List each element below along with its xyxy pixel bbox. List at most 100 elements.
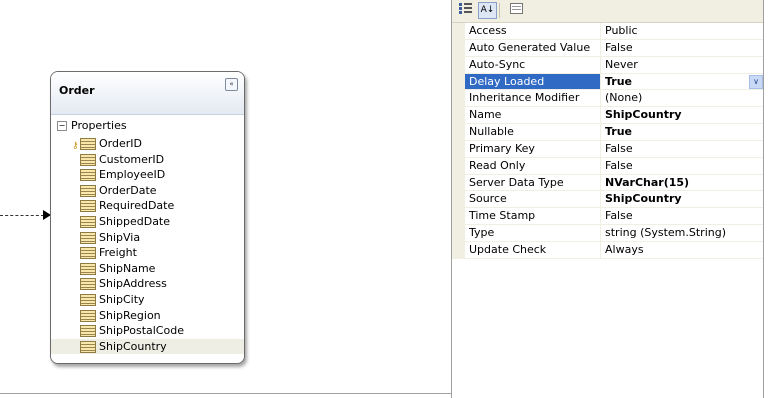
property-value[interactable]: string (System.String) bbox=[601, 225, 763, 242]
property-name[interactable]: Primary Key bbox=[465, 140, 601, 158]
properties-window: A↓ Access Public Auto Generated Value False… bbox=[451, 0, 764, 398]
entity-title: Order bbox=[59, 84, 95, 97]
property-value[interactable]: NVarChar(15) bbox=[601, 175, 763, 192]
entity-property-shipcity[interactable]: ShipCity bbox=[51, 292, 244, 308]
property-name[interactable]: Auto Generated Value bbox=[465, 39, 601, 57]
property-name[interactable]: Server Data Type bbox=[465, 174, 601, 192]
property-grid-row[interactable]: Delay Loaded True ∨ bbox=[452, 73, 763, 91]
entity-property-shipaddress[interactable]: ShipAddress bbox=[51, 276, 244, 292]
row-gutter bbox=[452, 174, 465, 192]
row-gutter bbox=[452, 140, 465, 158]
property-label: ShippedDate bbox=[99, 214, 171, 228]
property-label: CustomerID bbox=[99, 152, 165, 166]
property-icon bbox=[80, 247, 96, 260]
property-grid-row[interactable]: Primary Key False bbox=[452, 140, 763, 158]
property-value[interactable]: False bbox=[601, 158, 763, 175]
designer-bottom-border bbox=[0, 393, 451, 394]
property-label: ShipAddress bbox=[99, 277, 167, 291]
property-name[interactable]: Update Check bbox=[465, 241, 601, 259]
entity-property-freight[interactable]: Freight bbox=[51, 245, 244, 261]
property-icon bbox=[80, 231, 96, 244]
chevron-down-icon[interactable]: ∨ bbox=[749, 74, 763, 89]
property-name[interactable]: Access bbox=[465, 23, 601, 40]
property-grid-row[interactable]: Type string (System.String) bbox=[452, 225, 763, 242]
property-icon bbox=[80, 215, 96, 228]
property-grid-row[interactable]: Server Data Type NVarChar(15) bbox=[452, 174, 763, 192]
collapse-section-icon[interactable]: − bbox=[57, 121, 67, 131]
entity-property-shipname[interactable]: ShipName bbox=[51, 261, 244, 277]
property-label: OrderDate bbox=[99, 183, 157, 197]
property-icon bbox=[80, 340, 96, 353]
property-label: ShipCity bbox=[99, 292, 145, 306]
entity-property-orderdate[interactable]: OrderDate bbox=[51, 183, 244, 199]
property-grid-row[interactable]: Auto-Sync Never bbox=[452, 56, 763, 74]
row-gutter bbox=[452, 23, 465, 40]
property-name[interactable]: Inheritance Modifier bbox=[465, 90, 601, 108]
entity-property-shippostalcode[interactable]: ShipPostalCode bbox=[51, 323, 244, 339]
property-grid-row[interactable]: Update Check Always bbox=[452, 241, 763, 259]
entity-property-requireddate[interactable]: RequiredDate bbox=[51, 198, 244, 214]
property-icon bbox=[80, 184, 96, 197]
property-grid-row[interactable]: Auto Generated Value False bbox=[452, 39, 763, 57]
property-grid-row[interactable]: Source ShipCountry bbox=[452, 191, 763, 209]
property-label: RequiredDate bbox=[99, 199, 175, 213]
order-entity-shape[interactable]: Order « − Properties ⚷ OrderID CustomerID Em… bbox=[50, 71, 245, 364]
property-value[interactable]: ShipCountry bbox=[601, 191, 763, 209]
property-label: ShipVia bbox=[99, 230, 141, 244]
section-label: Properties bbox=[71, 119, 127, 132]
entity-property-shipcountry[interactable]: ShipCountry bbox=[51, 338, 244, 355]
entity-property-customerid[interactable]: CustomerID bbox=[51, 152, 244, 168]
categorized-view-icon[interactable] bbox=[456, 2, 475, 19]
property-value[interactable]: True bbox=[601, 74, 763, 91]
property-value[interactable]: True bbox=[601, 124, 763, 141]
property-name[interactable]: Name bbox=[465, 107, 601, 125]
property-value[interactable]: Public bbox=[601, 23, 763, 40]
property-value[interactable]: Always bbox=[601, 242, 763, 259]
property-grid-row[interactable]: Time Stamp False bbox=[452, 208, 763, 226]
entity-property-shipregion[interactable]: ShipRegion bbox=[51, 308, 244, 324]
property-icon bbox=[80, 169, 96, 182]
property-grid-row[interactable]: Name ShipCountry bbox=[452, 107, 763, 125]
property-name[interactable]: Nullable bbox=[465, 124, 601, 141]
collapse-icon[interactable]: « bbox=[225, 78, 238, 91]
property-name[interactable]: Read Only bbox=[465, 157, 601, 175]
property-value[interactable]: Never bbox=[601, 57, 763, 74]
property-name[interactable]: Delay Loaded bbox=[465, 73, 601, 91]
row-gutter bbox=[452, 73, 465, 91]
row-gutter bbox=[452, 208, 465, 226]
row-gutter bbox=[452, 56, 465, 74]
property-label: ShipPostalCode bbox=[99, 324, 184, 338]
property-name[interactable]: Type bbox=[465, 225, 601, 242]
property-value[interactable]: ShipCountry bbox=[601, 107, 763, 125]
property-pages-icon[interactable] bbox=[507, 2, 526, 19]
property-name[interactable]: Time Stamp bbox=[465, 208, 601, 226]
row-gutter bbox=[452, 107, 465, 125]
property-icon bbox=[80, 309, 96, 322]
property-icon bbox=[80, 200, 96, 213]
property-icon bbox=[80, 293, 96, 306]
row-gutter bbox=[452, 225, 465, 242]
property-label: EmployeeID bbox=[99, 168, 166, 182]
property-grid-row[interactable]: Access Public bbox=[452, 23, 763, 40]
toolbar-separator bbox=[499, 3, 500, 18]
property-value[interactable]: False bbox=[601, 40, 763, 57]
row-gutter bbox=[452, 124, 465, 141]
property-value[interactable]: (None) bbox=[601, 90, 763, 108]
entity-property-employeeid[interactable]: EmployeeID bbox=[51, 167, 244, 183]
property-value[interactable]: False bbox=[601, 208, 763, 226]
entity-property-shippeddate[interactable]: ShippedDate bbox=[51, 214, 244, 230]
entity-header[interactable]: Order « bbox=[51, 72, 244, 115]
property-icon bbox=[80, 262, 96, 275]
property-name[interactable]: Source bbox=[465, 191, 601, 209]
property-icon bbox=[80, 325, 96, 338]
property-name[interactable]: Auto-Sync bbox=[465, 56, 601, 74]
property-value[interactable]: False bbox=[601, 141, 763, 158]
property-grid-row[interactable]: Read Only False bbox=[452, 157, 763, 175]
entity-property-orderid[interactable]: ⚷ OrderID bbox=[51, 136, 244, 152]
property-grid-row[interactable]: Inheritance Modifier (None) bbox=[452, 90, 763, 108]
properties-section-header[interactable]: − Properties bbox=[57, 119, 127, 133]
alphabetical-view-icon[interactable]: A↓ bbox=[478, 2, 497, 19]
property-grid: Access Public Auto Generated Value False Aut… bbox=[452, 23, 763, 259]
entity-property-shipvia[interactable]: ShipVia bbox=[51, 230, 244, 246]
property-grid-row[interactable]: Nullable True bbox=[452, 124, 763, 141]
